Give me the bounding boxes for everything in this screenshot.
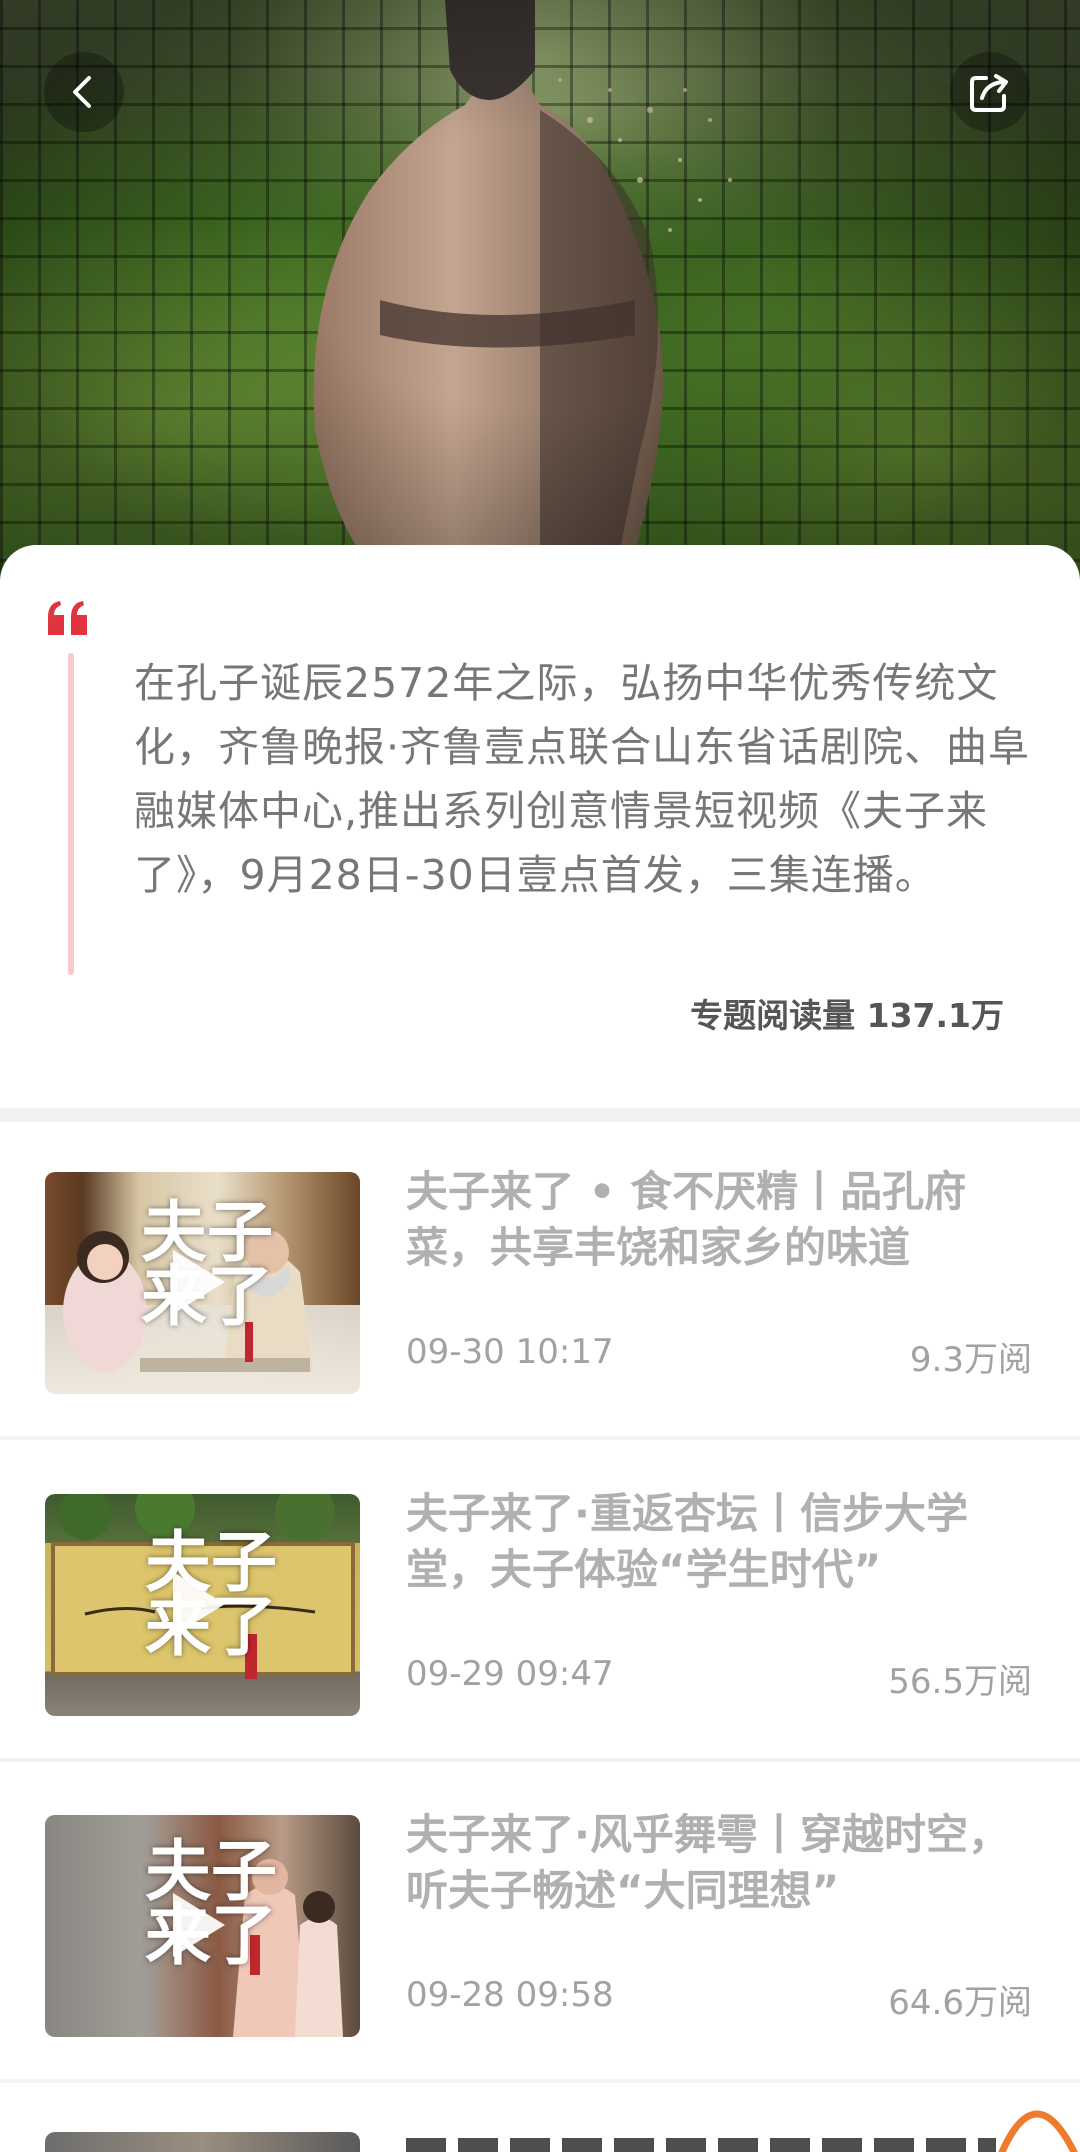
share-icon	[970, 74, 1008, 112]
row-divider	[0, 1436, 1080, 1440]
article-views: 64.6万阅	[888, 1983, 1032, 2023]
share-button[interactable]	[950, 52, 1030, 132]
article-item[interactable]: 夫子 来了 夫子来了 • 食不厌精丨品孔府菜，共享丰饶和家乡的味道 09-30 …	[0, 1167, 1080, 1492]
row-divider	[0, 1758, 1080, 1762]
article-title-partial	[406, 2138, 996, 2152]
quote-icon	[48, 601, 87, 635]
back-button[interactable]	[44, 52, 124, 132]
topic-description: 在孔子诞辰2572年之际，弘扬中华优秀传统文化，齐鲁晚报·齐鲁壹点联合山东省话剧…	[134, 659, 1031, 899]
article-thumbnail[interactable]: 夫子 来了	[45, 1172, 360, 1394]
article-title[interactable]: 夫子来了·重返杏坛丨信步大学堂，夫子体验“学生时代”	[406, 1486, 1046, 1598]
scroll-to-top-icon[interactable]	[996, 2086, 1080, 2152]
article-title[interactable]: 夫子来了 • 食不厌精丨品孔府菜，共享丰饶和家乡的味道	[406, 1164, 1046, 1276]
article-item-partial[interactable]	[0, 2126, 1080, 2152]
topic-page: 在孔子诞辰2572年之际，弘扬中华优秀传统文化，齐鲁晚报·齐鲁壹点联合山东省话剧…	[0, 0, 1080, 2152]
play-icon	[173, 1893, 225, 1957]
play-icon	[173, 1572, 225, 1636]
section-divider	[0, 1108, 1080, 1122]
article-item[interactable]: 夫子 来了 夫子来了·风乎舞雩丨穿越时空，听夫子畅述“大同理想” 09-28 0…	[0, 1810, 1080, 2135]
article-views: 9.3万阅	[909, 1340, 1032, 1380]
article-thumbnail[interactable]: 夫子 来了	[45, 1494, 360, 1716]
article-date: 09-29 09:47	[406, 1654, 614, 1694]
article-views: 56.5万阅	[888, 1662, 1032, 1702]
article-title[interactable]: 夫子来了·风乎舞雩丨穿越时空，听夫子畅述“大同理想”	[406, 1807, 1046, 1919]
hero-banner	[0, 0, 1080, 600]
hero-vignette	[0, 0, 1080, 600]
article-thumbnail[interactable]	[45, 2132, 360, 2152]
row-divider	[0, 2079, 1080, 2083]
quote-bar	[68, 653, 74, 975]
article-thumbnail[interactable]: 夫子 来了	[45, 1815, 360, 2037]
chevron-left-icon	[73, 76, 91, 108]
play-icon	[173, 1250, 225, 1314]
article-date: 09-30 10:17	[406, 1332, 614, 1372]
topic-intro-card: 在孔子诞辰2572年之际，弘扬中华优秀传统文化，齐鲁晚报·齐鲁壹点联合山东省话剧…	[0, 545, 1080, 1105]
article-date: 09-28 09:58	[406, 1975, 614, 2015]
topic-read-count: 专题阅读量 137.1万	[690, 996, 1004, 1035]
article-item[interactable]: 夫子 来了 夫子来了·重返杏坛丨信步大学堂，夫子体验“学生时代” 09-29 0…	[0, 1489, 1080, 1814]
